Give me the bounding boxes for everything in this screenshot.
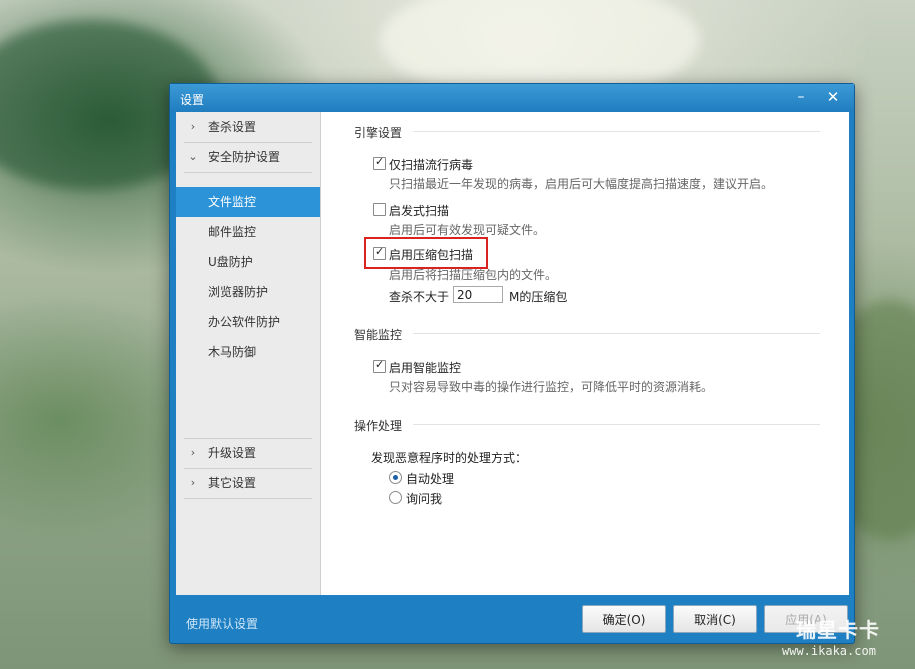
divider bbox=[184, 498, 312, 499]
ok-button[interactable]: 确定(O) bbox=[582, 605, 666, 633]
site-watermark: 瑞星卡卡 www.ikaka.com bbox=[778, 612, 908, 664]
archive-size-input[interactable]: 20 bbox=[453, 286, 503, 303]
sidebar-group-update[interactable]: › 升级设置 bbox=[176, 438, 320, 468]
smart-monitor-label[interactable]: 启用智能监控 bbox=[389, 359, 461, 376]
section-divider bbox=[413, 131, 820, 132]
chevron-right-icon: › bbox=[190, 446, 196, 459]
cancel-button[interactable]: 取消(C) bbox=[673, 605, 757, 633]
divider bbox=[184, 172, 312, 173]
watermark-logo-text: 瑞星卡卡 bbox=[796, 618, 880, 642]
sidebar-item-file-monitor[interactable]: 文件监控 bbox=[176, 187, 328, 217]
sidebar-item-trojan-defense[interactable]: 木马防御 bbox=[176, 337, 320, 367]
settings-window: 设置 – ✕ › 查杀设置 ⌄ 安全防护设置 文件监控 邮件监控 U盘防护 浏览… bbox=[169, 83, 855, 644]
popular-only-checkbox[interactable] bbox=[373, 155, 386, 170]
section-title-smart: 智能监控 bbox=[354, 328, 403, 342]
window-title: 设置 bbox=[180, 93, 205, 107]
sidebar-item-label: U盘防护 bbox=[208, 255, 253, 269]
sidebar-group-other[interactable]: › 其它设置 bbox=[176, 468, 320, 498]
sidebar-item-mail-monitor[interactable]: 邮件监控 bbox=[176, 217, 320, 247]
sidebar-item-browser-protection[interactable]: 浏览器防护 bbox=[176, 277, 320, 307]
minimize-button[interactable]: – bbox=[790, 87, 812, 107]
section-title-action: 操作处理 bbox=[354, 419, 403, 433]
ask-me-label[interactable]: 询问我 bbox=[406, 490, 442, 507]
sidebar-group-scan[interactable]: › 查杀设置 bbox=[176, 112, 320, 142]
smart-monitor-checkbox[interactable] bbox=[373, 358, 386, 373]
sidebar-item-label: 办公软件防护 bbox=[208, 315, 281, 329]
sidebar-group-label: 升级设置 bbox=[208, 446, 257, 460]
sidebar-group-protection[interactable]: ⌄ 安全防护设置 bbox=[176, 142, 320, 172]
auto-handle-radio[interactable] bbox=[389, 471, 402, 484]
sidebar-item-label: 文件监控 bbox=[208, 195, 257, 209]
archive-scan-checkbox[interactable] bbox=[373, 245, 386, 260]
watermark-url: www.ikaka.com bbox=[782, 644, 876, 658]
popular-only-label[interactable]: 仅扫描流行病毒 bbox=[389, 156, 473, 173]
sidebar-item-label: 邮件监控 bbox=[208, 225, 257, 239]
sidebar-group-label: 安全防护设置 bbox=[208, 150, 281, 164]
reset-defaults-link[interactable]: 使用默认设置 bbox=[186, 615, 258, 632]
sidebar-group-label: 其它设置 bbox=[208, 476, 257, 490]
heuristic-checkbox[interactable] bbox=[373, 203, 386, 216]
action-prompt: 发现恶意程序时的处理方式： bbox=[371, 451, 528, 465]
chevron-down-icon: ⌄ bbox=[188, 150, 198, 163]
archive-size-prefix: 查杀不大于 bbox=[389, 290, 450, 304]
section-divider bbox=[413, 424, 820, 425]
archive-scan-desc: 启用后将扫描压缩包内的文件。 bbox=[389, 268, 558, 282]
sidebar-item-label: 木马防御 bbox=[208, 345, 257, 359]
archive-size-suffix: M的压缩包 bbox=[509, 290, 568, 304]
archive-scan-label[interactable]: 启用压缩包扫描 bbox=[389, 246, 473, 263]
heuristic-desc: 启用后可有效发现可疑文件。 bbox=[389, 223, 546, 237]
chevron-right-icon: › bbox=[190, 120, 196, 133]
sidebar-item-usb-protection[interactable]: U盘防护 bbox=[176, 247, 320, 277]
close-button[interactable]: ✕ bbox=[822, 87, 844, 107]
ask-me-radio[interactable] bbox=[389, 491, 402, 504]
sidebar-group-label: 查杀设置 bbox=[208, 120, 257, 134]
chevron-right-icon: › bbox=[190, 476, 196, 489]
sidebar: › 查杀设置 ⌄ 安全防护设置 文件监控 邮件监控 U盘防护 浏览器防护 办公软… bbox=[176, 112, 328, 595]
settings-panel: 引擎设置 仅扫描流行病毒 只扫描最近一年发现的病毒，启用后可大幅度提高扫描速度，… bbox=[320, 112, 849, 595]
section-title-engine: 引擎设置 bbox=[354, 126, 403, 140]
sidebar-item-office-protection[interactable]: 办公软件防护 bbox=[176, 307, 320, 337]
section-divider bbox=[413, 333, 820, 334]
heuristic-label[interactable]: 启发式扫描 bbox=[389, 202, 449, 219]
smart-monitor-desc: 只对容易导致中毒的操作进行监控，可降低平时的资源消耗。 bbox=[389, 380, 714, 394]
sidebar-item-label: 浏览器防护 bbox=[208, 285, 269, 299]
popular-only-desc: 只扫描最近一年发现的病毒，启用后可大幅度提高扫描速度，建议开启。 bbox=[389, 177, 774, 191]
titlebar[interactable]: 设置 – ✕ bbox=[170, 84, 854, 112]
auto-handle-label[interactable]: 自动处理 bbox=[406, 470, 454, 487]
